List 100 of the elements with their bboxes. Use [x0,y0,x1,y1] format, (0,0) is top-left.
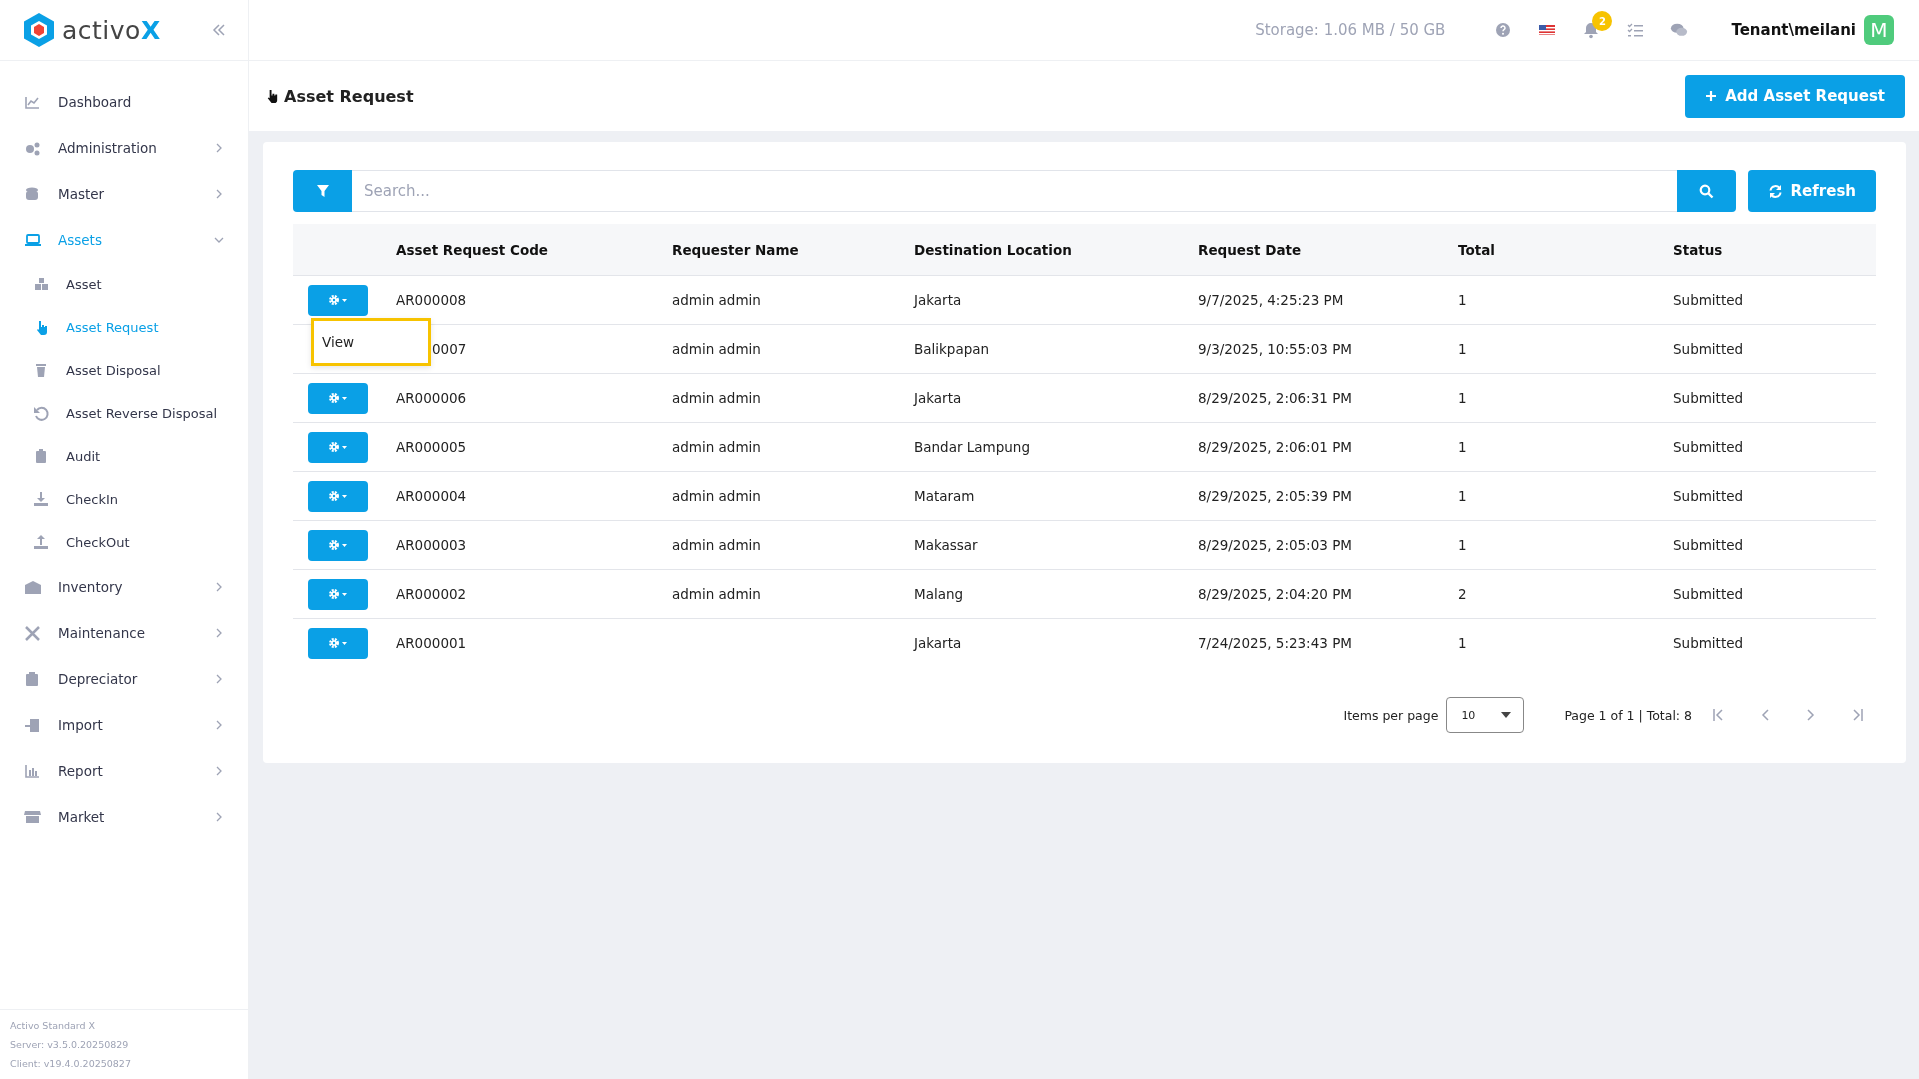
chevron-right-icon [214,720,224,730]
user-name[interactable]: Tenant\meilani [1731,21,1856,39]
table-cell-text: Balikpapan [914,341,991,357]
table-cell-text: 8/29/2025, 2:05:39 PM [1198,488,1353,504]
sidebar-subitem[interactable]: CheckOut [0,521,248,564]
actions-button[interactable] [308,284,368,316]
sidebar-item[interactable]: Import [0,702,248,748]
table-cell-text: AR000008 [396,292,468,308]
search-field[interactable]: Search... [352,170,1677,212]
gear-caret-icon [328,539,348,551]
table-cell-text: admin admin [672,292,762,308]
laptop-icon [24,231,41,249]
column-header: Total [1458,241,1496,258]
table-cell-text: Jakarta [914,390,963,406]
table-cell-text: Submitted [1673,292,1745,308]
table-cell-text: 1 [1458,635,1468,651]
actions-button[interactable] [308,529,368,561]
items-per-page-select[interactable]: 10 [1446,697,1525,733]
actions-button[interactable] [308,431,368,463]
database-icon [24,185,41,203]
sidebar-subitem[interactable]: Audit [0,435,248,478]
bar-chart-icon [24,762,41,780]
chevron-left-icon [1761,709,1769,721]
storage-usage: Storage: 1.06 MB / 50 GB [1255,21,1446,39]
caret-icon [1501,712,1512,718]
column-header: Request Date [1198,241,1303,258]
version-text: Server: v3.5.0.20250829 [10,1038,130,1052]
chat-icon[interactable] [1670,21,1689,39]
table-cell-text: admin admin [672,390,762,406]
sidebar-item[interactable]: Dashboard [0,79,248,125]
sidebar-item[interactable]: Master [0,171,248,217]
table-cell-text: AR000001 [396,635,468,651]
table-cell-text: admin admin [672,439,762,455]
chevron-right-icon [214,143,224,153]
filter-icon [315,184,330,198]
table-cell-text: 0007 [431,341,468,357]
chevron-right-icon [1807,709,1815,721]
page-summary: Page 1 of 1 | Total: 8 [1564,707,1692,723]
help-icon[interactable] [1494,21,1513,39]
table-cell-text: AR000005 [396,439,468,455]
task-list-icon[interactable] [1626,21,1645,39]
table-cell-text: Submitted [1673,488,1745,504]
search-button[interactable] [1676,170,1736,212]
table-cell-text: Bandar Lampung [914,439,1031,455]
store-icon [24,808,41,826]
actions-button[interactable] [308,578,368,610]
logo-icon [22,12,56,48]
sidebar-item[interactable]: Maintenance [0,610,248,656]
table-cell-text: 8/29/2025, 2:04:20 PM [1198,586,1353,602]
chevron-right-icon [214,674,224,684]
table-cell-text: 1 [1458,488,1468,504]
filter-button[interactable] [293,170,352,212]
sidebar-item[interactable]: Market [0,794,248,840]
table-cell-text: 1 [1458,439,1468,455]
notification-badge: 2 [1592,11,1613,31]
actions-button[interactable] [308,382,368,414]
download-icon [33,491,50,508]
table-cell-text: Malang [914,586,965,602]
sidebar-item[interactable]: Inventory [0,564,248,610]
upload-icon [33,534,50,551]
table-cell-text: 2 [1458,586,1468,602]
table-cell-text: 8/29/2025, 2:05:03 PM [1198,537,1353,553]
chevron-down-icon [214,235,224,245]
chevron-right-icon [214,812,224,822]
table-cell-text: admin admin [672,341,762,357]
last-page-icon [1850,709,1864,721]
gear-caret-icon [328,294,348,306]
table-cell-text: Makassar [914,537,979,553]
actions-button[interactable] [308,480,368,512]
table-cell-text: admin admin [672,488,762,504]
column-header: Destination Location [914,241,1073,258]
sidebar-subitem[interactable]: Asset [0,263,248,306]
table-cell-text: AR000002 [396,586,468,602]
sidebar-item[interactable]: Depreciator [0,656,248,702]
table-cell-text: 8/29/2025, 2:06:31 PM [1198,390,1353,406]
table-cell-text: Submitted [1673,390,1745,406]
column-header: Requester Name [672,241,800,258]
table-cell-text: 9/7/2025, 4:25:23 PM [1198,292,1345,308]
sidebar-item[interactable]: Report [0,748,248,794]
sidebar-subitem[interactable]: Asset Disposal [0,349,248,392]
collapse-icon[interactable] [212,23,226,37]
table-cell-text: admin admin [672,586,762,602]
sidebar-item[interactable]: Administration [0,125,248,171]
table-cell-text: Mataram [914,488,976,504]
import-icon [24,716,41,734]
chevron-right-icon [214,582,224,592]
version-text: Activo Standard X [10,1019,97,1033]
chevron-right-icon [214,628,224,638]
actions-button[interactable] [308,627,368,659]
menu-item[interactable]: View [322,334,355,350]
refresh-icon [1767,183,1783,199]
undo-icon [33,405,50,422]
sidebar-subitem[interactable]: Asset Reverse Disposal [0,392,248,435]
sidebar-subitem[interactable]: CheckIn [0,478,248,521]
gear-caret-icon [328,490,348,502]
gear-caret-icon [328,441,348,453]
table-cell-text: 7/24/2025, 5:23:43 PM [1198,635,1353,651]
search-icon [1698,183,1714,199]
brand-name: activoX [62,15,161,45]
chevron-right-icon [214,189,224,199]
